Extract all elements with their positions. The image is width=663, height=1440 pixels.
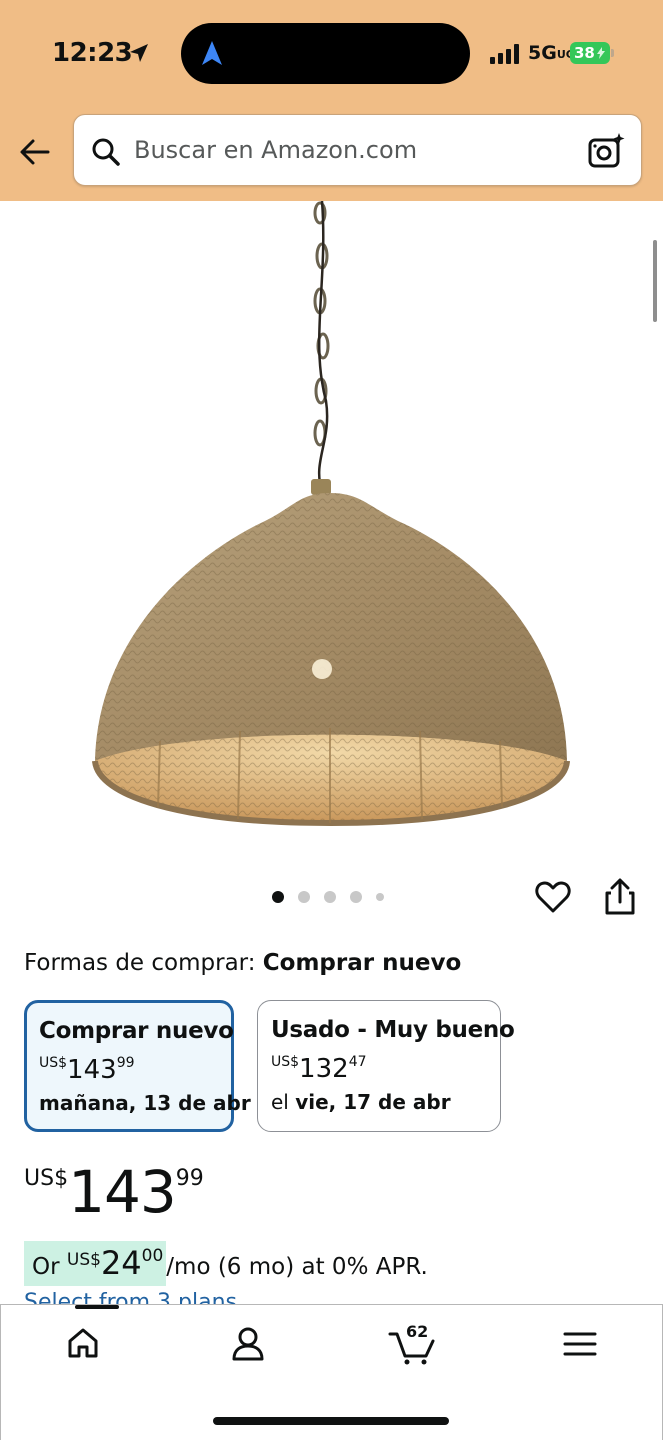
carousel-dot[interactable] (298, 891, 310, 903)
buy-option-used[interactable]: Usado - Muy bueno US$13247 el vie, 17 de… (257, 1000, 515, 1132)
carousel-dot[interactable] (350, 891, 362, 903)
home-indicator[interactable] (213, 1417, 449, 1425)
price-whole: 143 (68, 1158, 177, 1226)
carousel-dot[interactable] (272, 891, 284, 903)
image-carousel-dots[interactable] (272, 891, 384, 903)
buy-option-new[interactable]: Comprar nuevo US$14399 mañana, 13 de abr (24, 1000, 251, 1132)
ways-to-buy-label: Formas de comprar: (24, 950, 256, 976)
camera-search-icon[interactable] (586, 131, 626, 175)
battery-indicator: 38 (570, 42, 610, 64)
price-currency: US$ (24, 1166, 69, 1191)
financing-offer[interactable]: Or US$2400/mo (6 mo) at 0% APR. (24, 1241, 428, 1286)
search-icon (90, 136, 122, 172)
option-delivery: el vie, 17 de abr (271, 1090, 451, 1114)
dynamic-island (181, 23, 470, 84)
ways-to-buy-value: Comprar nuevo (262, 950, 462, 976)
home-icon[interactable] (66, 1326, 100, 1364)
ways-to-buy: Formas de comprar: Comprar nuevo (24, 950, 461, 976)
option-title: Comprar nuevo (39, 1018, 234, 1044)
menu-icon[interactable] (563, 1330, 597, 1362)
battery-cap (611, 49, 614, 57)
share-icon[interactable] (603, 878, 637, 920)
cart-count: 62 (406, 1322, 429, 1341)
financing-terms: /mo (6 mo) at 0% APR. (166, 1254, 428, 1280)
option-price: US$14399 (39, 1055, 135, 1085)
cellular-signal-icon (490, 44, 522, 68)
battery-level: 38 (574, 44, 595, 62)
financing-highlight: Or US$2400 (24, 1241, 167, 1286)
carousel-dot[interactable] (324, 891, 336, 903)
back-arrow-icon[interactable] (18, 134, 54, 174)
search-input[interactable] (134, 129, 574, 171)
active-tab-indicator (75, 1305, 119, 1309)
product-image[interactable] (0, 200, 663, 866)
location-arrow-icon (128, 42, 150, 68)
heart-icon[interactable] (534, 878, 572, 920)
search-bar[interactable] (73, 114, 642, 186)
scroll-indicator (653, 240, 657, 322)
pendant-lamp-image (92, 200, 570, 827)
account-icon[interactable] (231, 1326, 265, 1366)
carousel-dot[interactable] (376, 893, 384, 901)
option-delivery: mañana, 13 de abr (39, 1091, 251, 1115)
navigation-icon (201, 40, 223, 70)
product-price: US$14399 (24, 1158, 204, 1226)
price-fraction: 99 (175, 1166, 204, 1191)
option-title: Usado - Muy bueno (271, 1017, 515, 1043)
status-time: 12:23 (52, 38, 133, 68)
option-price: US$13247 (271, 1054, 367, 1084)
network-type: 5GUC (528, 42, 574, 64)
